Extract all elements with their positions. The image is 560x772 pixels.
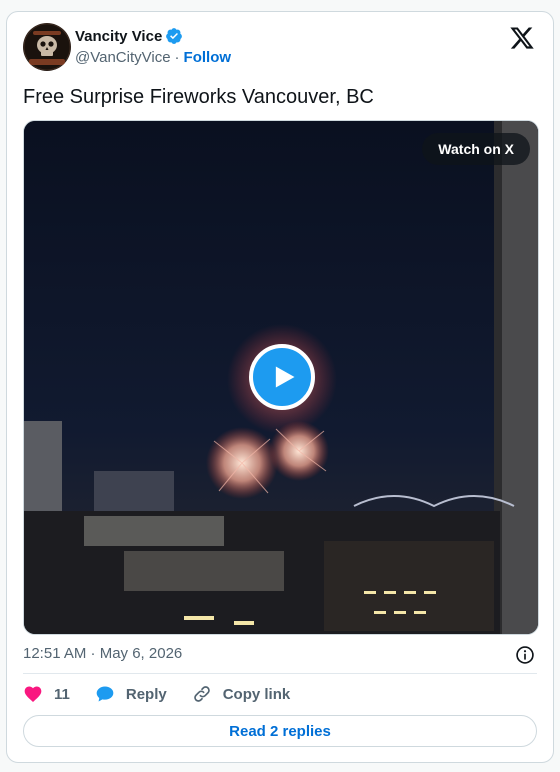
author-block: Vancity Vice @VanCityVice · Follow — [75, 27, 231, 67]
author-handle[interactable]: @VanCityVice — [75, 49, 171, 66]
copy-link-button[interactable]: Copy link — [192, 684, 291, 704]
tweet-text: Free Surprise Fireworks Vancouver, BC — [23, 86, 374, 108]
tweet-card: Vancity Vice @VanCityVice · Follow Free … — [6, 11, 554, 763]
reply-button[interactable]: Reply — [95, 684, 167, 704]
reply-label: Reply — [125, 685, 167, 703]
link-icon — [193, 686, 210, 702]
tweet-timestamp[interactable]: 12:51 AM · May 6, 2026 — [23, 645, 182, 662]
avatar[interactable] — [23, 23, 71, 71]
follow-button[interactable]: Follow — [184, 49, 232, 66]
name-row: Vancity Vice — [75, 27, 231, 45]
play-icon — [275, 366, 295, 388]
action-bar: 11 Reply Copy link — [23, 683, 537, 705]
avatar-skull-image — [23, 23, 71, 71]
heart-icon — [24, 686, 42, 702]
separator-dot: · — [174, 49, 180, 66]
tweet-header: Vancity Vice @VanCityVice · Follow — [23, 23, 537, 73]
author-name[interactable]: Vancity Vice — [75, 28, 162, 45]
reply-bubble-icon — [96, 686, 114, 702]
x-logo-icon[interactable] — [509, 25, 535, 51]
read-replies-button[interactable]: Read 2 replies — [23, 715, 537, 747]
like-button[interactable]: 11 — [23, 684, 70, 704]
info-icon[interactable] — [515, 645, 535, 665]
handle-row: @VanCityVice · Follow — [75, 49, 231, 66]
watch-on-x-button[interactable]: Watch on X — [422, 133, 530, 165]
verified-badge-icon — [166, 28, 183, 44]
play-button[interactable] — [249, 344, 315, 410]
tweet-meta: 12:51 AM · May 6, 2026 — [23, 645, 537, 665]
like-count: 11 — [54, 685, 70, 703]
video-player[interactable]: Watch on X — [23, 120, 539, 635]
divider — [23, 673, 537, 674]
copy-link-label: Copy link — [222, 685, 291, 703]
